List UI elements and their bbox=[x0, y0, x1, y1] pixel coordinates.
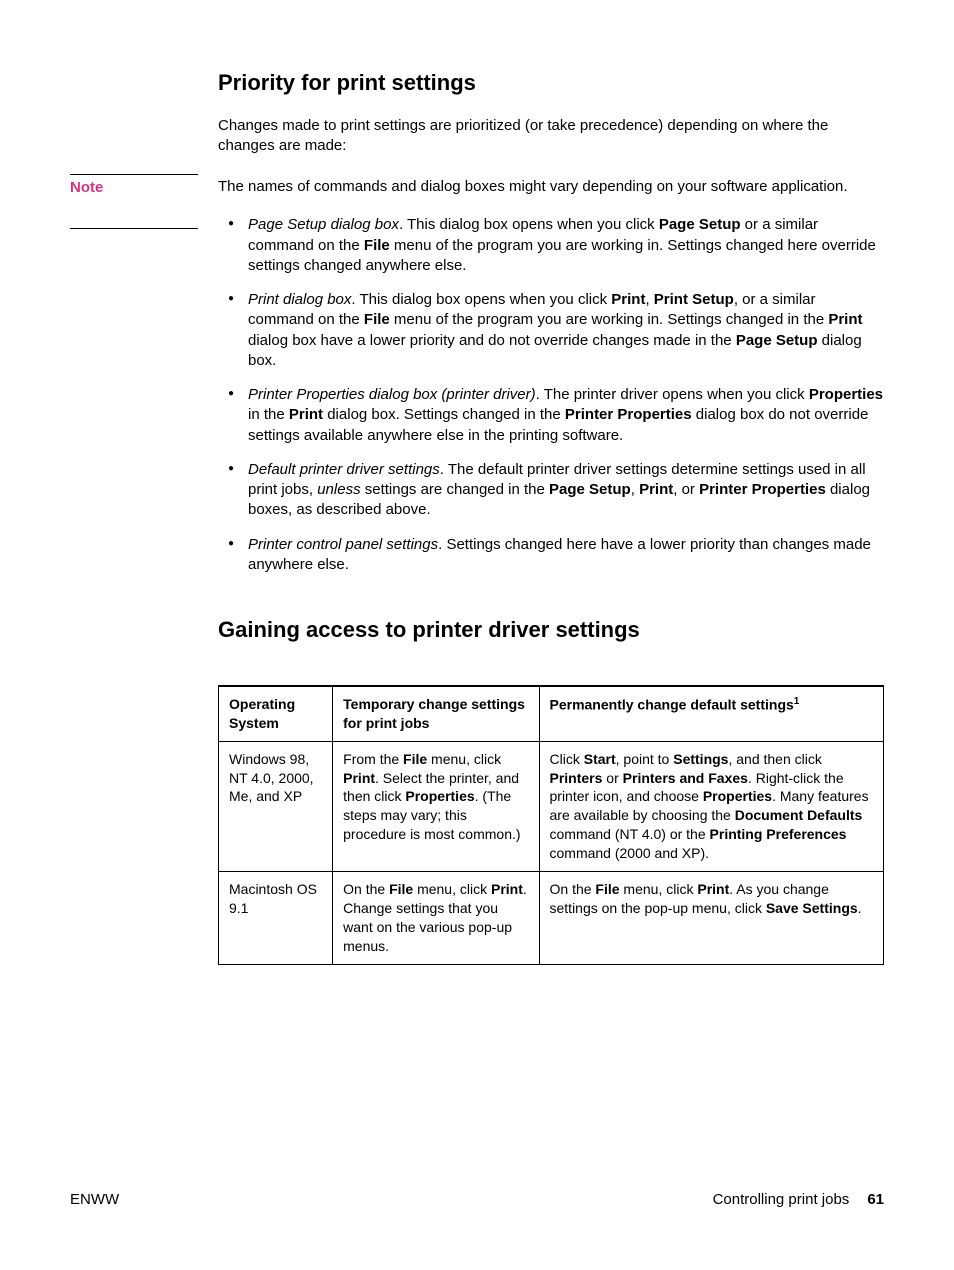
bullet-bold: File bbox=[364, 237, 390, 254]
bullet-lead: Print dialog box bbox=[248, 291, 351, 308]
bullet-bold: Properties bbox=[809, 386, 883, 403]
footer-right-text: Controlling print jobs bbox=[713, 1190, 850, 1210]
bullet-text: in the bbox=[248, 406, 289, 423]
cell-text: On the bbox=[343, 881, 389, 897]
table-cell-perm: On the File menu, click Print. As you ch… bbox=[539, 872, 884, 965]
bullet-text: settings are changed in the bbox=[361, 481, 549, 498]
cell-bold: Document Defaults bbox=[735, 807, 863, 823]
bullet-item: Page Setup dialog box. This dialog box o… bbox=[218, 215, 884, 276]
cell-text: menu, click bbox=[620, 881, 698, 897]
bullet-item: Default printer driver settings. The def… bbox=[218, 460, 884, 521]
note-label: Note bbox=[70, 174, 198, 229]
cell-text: or bbox=[602, 770, 622, 786]
table-header: Permanently change default settings1 bbox=[539, 686, 884, 741]
bullet-lead: Default printer driver settings bbox=[248, 461, 440, 478]
cell-bold: File bbox=[595, 881, 619, 897]
footer-left: ENWW bbox=[70, 1190, 119, 1210]
bullet-bold: Print bbox=[611, 291, 645, 308]
table-header: Operating System bbox=[219, 686, 333, 741]
cell-text: Click bbox=[550, 751, 584, 767]
bullet-item: Print dialog box. This dialog box opens … bbox=[218, 290, 884, 371]
bullet-bold: File bbox=[364, 311, 390, 328]
cell-bold: Start bbox=[584, 751, 616, 767]
table-cell-temp: On the File menu, click Print. Change se… bbox=[333, 872, 539, 965]
bullet-bold: Print bbox=[639, 481, 673, 498]
note-body: The names of commands and dialog boxes m… bbox=[218, 174, 884, 197]
bullet-bold: Page Setup bbox=[549, 481, 631, 498]
cell-text: command (NT 4.0) or the bbox=[550, 826, 710, 842]
footer-page-number: 61 bbox=[867, 1190, 884, 1210]
bullet-lead: Printer Properties dialog box (printer d… bbox=[248, 386, 536, 403]
cell-bold: Print bbox=[343, 770, 375, 786]
heading-priority: Priority for print settings bbox=[218, 68, 884, 98]
cell-text: menu, click bbox=[427, 751, 501, 767]
bullet-italic: unless bbox=[317, 481, 360, 498]
cell-text: command (2000 and XP). bbox=[550, 845, 710, 861]
heading-gaining-access: Gaining access to printer driver setting… bbox=[218, 615, 884, 645]
table-row: Windows 98, NT 4.0, 2000, Me, and XP Fro… bbox=[219, 741, 884, 871]
bullet-bold: Printer Properties bbox=[565, 406, 692, 423]
table-header-text: Permanently change default settings bbox=[550, 697, 794, 713]
table-row: Macintosh OS 9.1 On the File menu, click… bbox=[219, 872, 884, 965]
note-block: Note The names of commands and dialog bo… bbox=[70, 174, 884, 197]
table-header: Temporary change settings for print jobs bbox=[333, 686, 539, 741]
bullet-text: , bbox=[645, 291, 653, 308]
bullet-text: . This dialog box opens when you click bbox=[399, 216, 659, 233]
bullet-item: Printer Properties dialog box (printer d… bbox=[218, 385, 884, 446]
bullet-bold: Printer Properties bbox=[699, 481, 826, 498]
bullet-bold: Print Setup bbox=[654, 291, 734, 308]
bullet-list: Page Setup dialog box. This dialog box o… bbox=[218, 215, 884, 575]
cell-text: , and then click bbox=[728, 751, 821, 767]
driver-settings-table: Operating System Temporary change settin… bbox=[218, 685, 884, 965]
cell-text: On the bbox=[550, 881, 596, 897]
bullet-text: . The printer driver opens when you clic… bbox=[536, 386, 809, 403]
bullet-item: Printer control panel settings. Settings… bbox=[218, 535, 884, 576]
bullet-lead: Printer control panel settings bbox=[248, 536, 438, 553]
cell-bold: Properties bbox=[703, 788, 772, 804]
table-cell-os: Windows 98, NT 4.0, 2000, Me, and XP bbox=[219, 741, 333, 871]
table-cell-perm: Click Start, point to Settings, and then… bbox=[539, 741, 884, 871]
bullet-bold: Print bbox=[828, 311, 862, 328]
cell-bold: Printing Preferences bbox=[710, 826, 847, 842]
bullet-text: dialog box have a lower priority and do … bbox=[248, 332, 736, 349]
bullet-lead: Page Setup dialog box bbox=[248, 216, 399, 233]
cell-text: From the bbox=[343, 751, 403, 767]
table-cell-os: Macintosh OS 9.1 bbox=[219, 872, 333, 965]
bullet-text: , or bbox=[673, 481, 699, 498]
bullet-text: menu of the program you are working in. … bbox=[390, 311, 829, 328]
table-cell-temp: From the File menu, click Print. Select … bbox=[333, 741, 539, 871]
cell-bold: Printers and Faxes bbox=[623, 770, 748, 786]
cell-bold: Print bbox=[491, 881, 523, 897]
page-footer: ENWW Controlling print jobs 61 bbox=[70, 1190, 884, 1210]
intro-paragraph: Changes made to print settings are prior… bbox=[218, 116, 884, 157]
bullet-bold: Page Setup bbox=[736, 332, 818, 349]
bullet-bold: Print bbox=[289, 406, 323, 423]
cell-text: . bbox=[858, 900, 862, 916]
bullet-text: dialog box. Settings changed in the bbox=[323, 406, 565, 423]
cell-bold: Settings bbox=[673, 751, 728, 767]
cell-bold: File bbox=[389, 881, 413, 897]
cell-bold: Print bbox=[697, 881, 729, 897]
bullet-text: , bbox=[631, 481, 639, 498]
table-header-row: Operating System Temporary change settin… bbox=[219, 686, 884, 741]
table-header-sup: 1 bbox=[794, 696, 800, 707]
cell-text: menu, click bbox=[413, 881, 491, 897]
bullet-text: . This dialog box opens when you click bbox=[351, 291, 611, 308]
cell-bold: Properties bbox=[405, 788, 474, 804]
cell-bold: Save Settings bbox=[766, 900, 858, 916]
cell-text: , point to bbox=[616, 751, 674, 767]
cell-bold: Printers bbox=[550, 770, 603, 786]
cell-bold: File bbox=[403, 751, 427, 767]
bullet-bold: Page Setup bbox=[659, 216, 741, 233]
